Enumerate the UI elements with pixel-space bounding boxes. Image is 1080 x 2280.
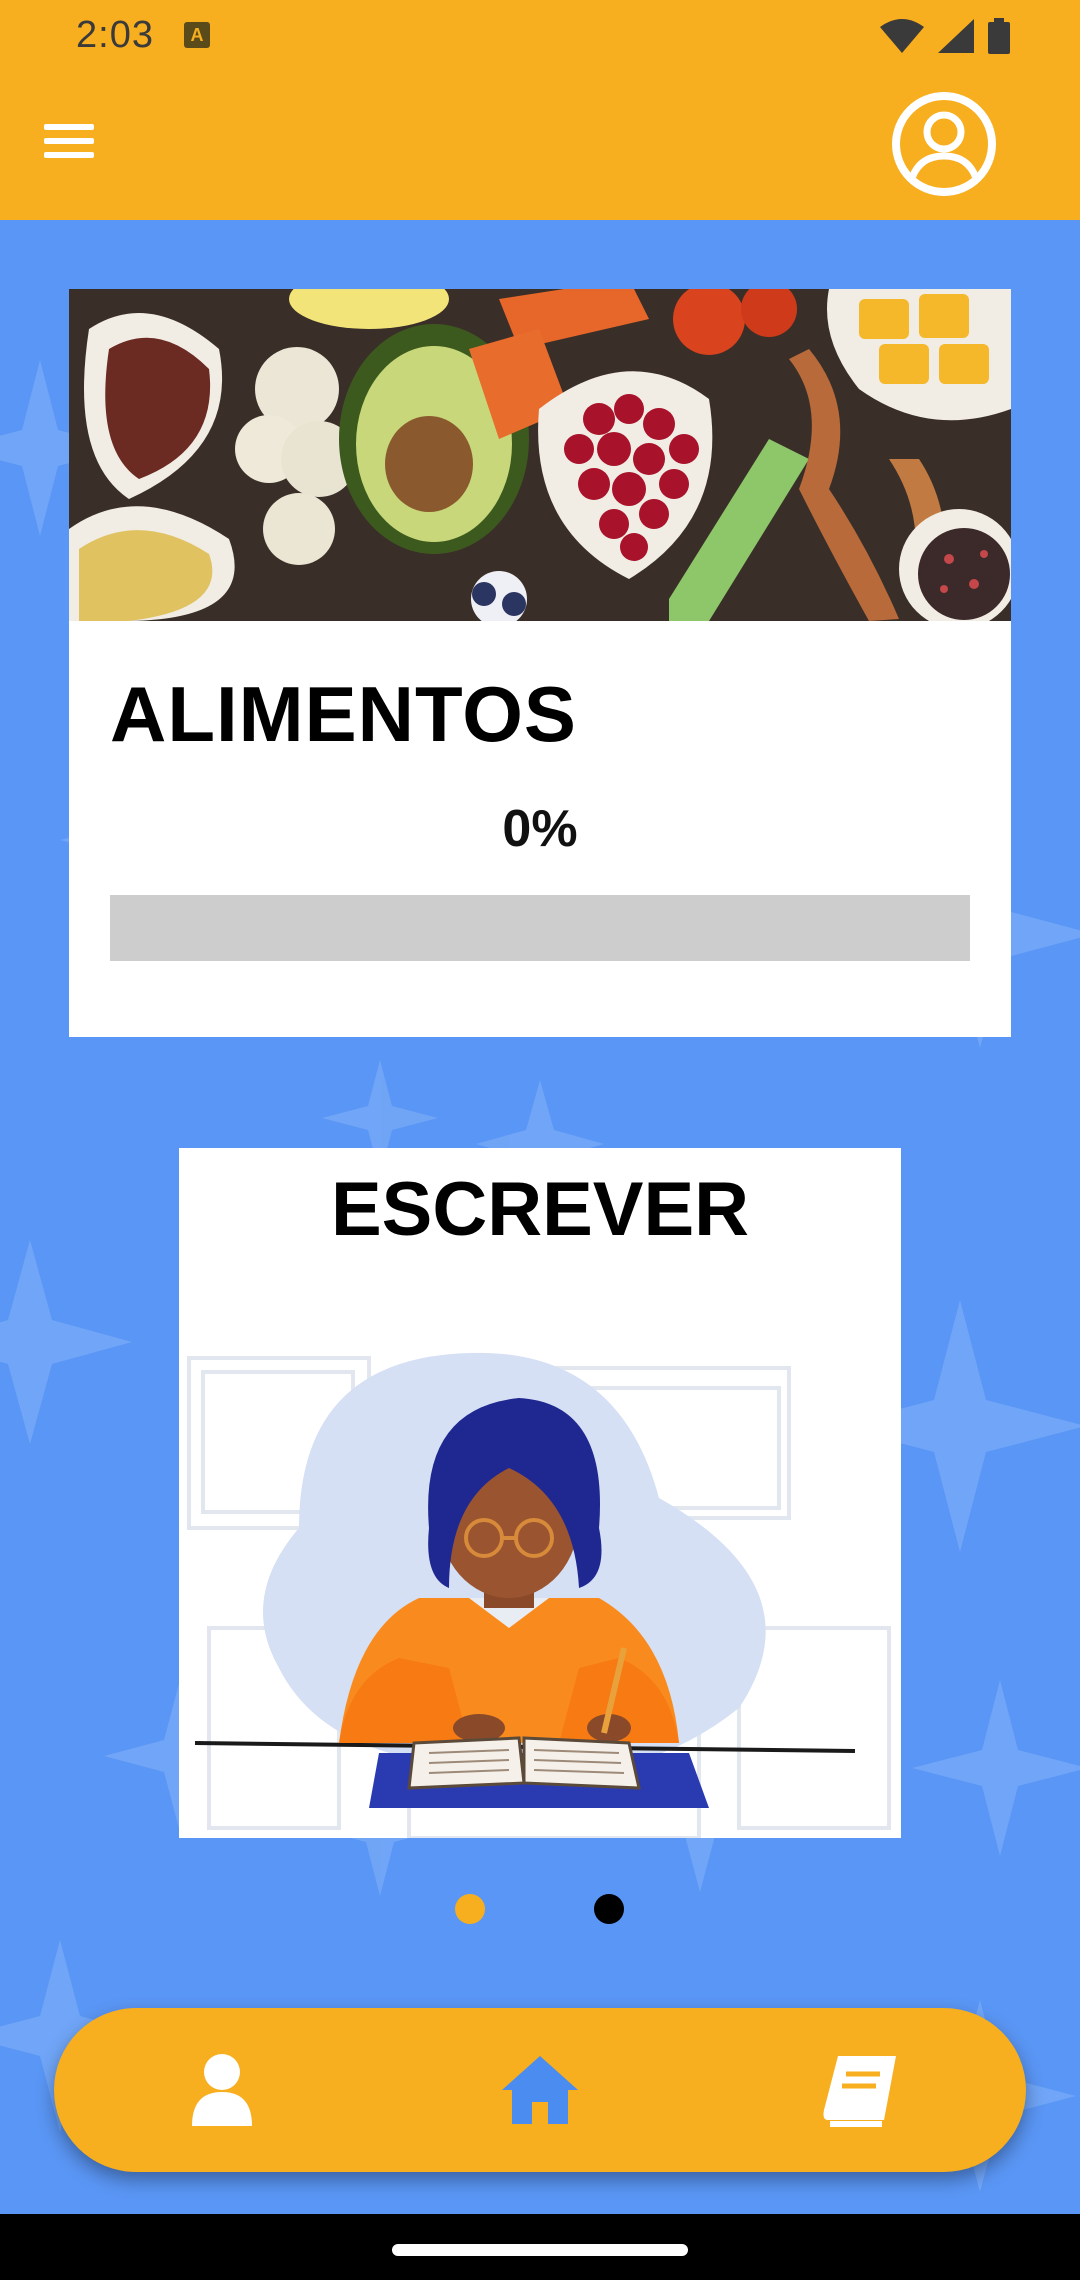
signal-icon: [938, 19, 974, 53]
person-icon[interactable]: [182, 2050, 262, 2130]
page-dot[interactable]: [594, 1894, 624, 1924]
status-time: 2:03: [76, 14, 154, 56]
page-indicator: [0, 1894, 1080, 1924]
home-icon[interactable]: [500, 2050, 580, 2130]
app-bar: 2:03 A: [0, 0, 1080, 220]
hamburger-icon[interactable]: [44, 124, 96, 164]
status-icons: [880, 16, 1010, 56]
course-card-escrever[interactable]: ESCREVER: [179, 1148, 901, 1838]
card-title: ALIMENTOS: [110, 670, 577, 758]
progress-bar: [110, 895, 970, 961]
vegetables-photo: [69, 289, 1011, 621]
battery-icon: [988, 18, 1010, 54]
card-title: ESCREVER: [330, 1167, 750, 1252]
student-writing-illustration: [187, 1352, 891, 1838]
home-gesture-pill[interactable]: [392, 2244, 688, 2256]
notification-a-icon: A: [184, 22, 210, 48]
account-circle-icon[interactable]: [890, 90, 998, 198]
bottom-navigation: [54, 2008, 1026, 2172]
progress-percent: 0%: [502, 800, 578, 858]
page-dot-active[interactable]: [455, 1894, 485, 1924]
wifi-icon: [880, 19, 924, 53]
system-navigation-bar: [0, 2214, 1080, 2280]
book-icon[interactable]: [820, 2050, 900, 2130]
course-card-alimentos[interactable]: ALIMENTOS 0%: [69, 289, 1011, 1037]
